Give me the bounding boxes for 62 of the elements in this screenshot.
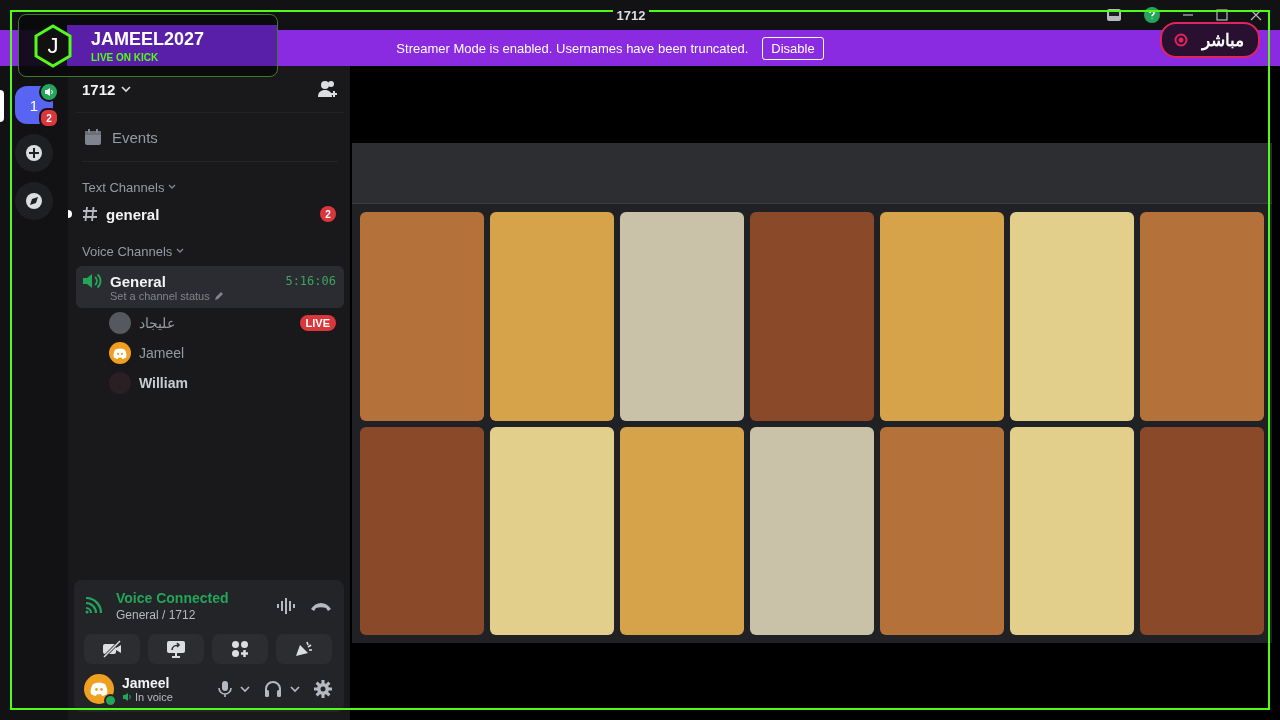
chevron-down-icon[interactable] xyxy=(290,685,300,693)
voice-channel-name: General xyxy=(110,272,166,290)
member-name[interactable]: Jameel xyxy=(139,345,185,361)
microphone-icon[interactable] xyxy=(218,680,232,698)
activities-button[interactable] xyxy=(212,634,268,664)
close-icon[interactable] xyxy=(1250,9,1262,21)
calendar-icon xyxy=(84,128,102,146)
camera-off-icon xyxy=(102,640,122,658)
username: Jameel xyxy=(122,675,171,691)
streamer-name: JAMEEL2027 xyxy=(91,28,206,50)
channel-status-prompt[interactable]: Set a channel status xyxy=(110,290,210,302)
live-badge: LIVE xyxy=(299,315,336,331)
chevron-down-icon[interactable] xyxy=(121,85,132,93)
category-header[interactable]: Text Channels xyxy=(76,176,183,198)
speaker-badge-icon xyxy=(39,82,59,102)
compass-icon xyxy=(25,192,43,210)
banner-message: Streamer Mode is enabled. Usernames have been truncated. xyxy=(396,40,749,56)
member-name[interactable]: William xyxy=(139,375,188,391)
live-platform-label: LIVE ON KICK xyxy=(91,51,160,63)
events-item[interactable]: Events xyxy=(76,117,344,157)
add-server-button[interactable] xyxy=(15,134,53,172)
logo-icon xyxy=(113,347,127,359)
speaker-icon xyxy=(122,692,132,702)
unread-count-badge: 2 xyxy=(320,206,336,222)
live-badge: مباشر xyxy=(1160,22,1260,58)
server-name[interactable]: 1712 xyxy=(82,80,116,98)
call-timer: 5:16:06 xyxy=(285,274,336,288)
text-channel[interactable]: general xyxy=(76,205,166,223)
voice-channel[interactable]: General 5:16:06 Set a channel status xyxy=(76,266,344,308)
online-status-dot xyxy=(104,694,117,707)
hang-up-icon[interactable] xyxy=(310,600,332,612)
user-status: In voice xyxy=(135,691,173,703)
party-popper-icon xyxy=(294,640,314,658)
pencil-icon[interactable] xyxy=(213,291,224,301)
voice-channel-path[interactable]: General / 1712 xyxy=(116,608,229,622)
shapes-icon xyxy=(231,640,249,658)
speaker-icon xyxy=(82,272,102,290)
screen-share-icon xyxy=(166,640,186,658)
voice-status[interactable]: Voice Connected xyxy=(116,590,229,606)
channel-logo: J xyxy=(33,23,73,68)
mention-badge: 2 xyxy=(39,108,59,128)
member-name[interactable]: عليجاد xyxy=(139,315,175,331)
sound-wave-icon[interactable] xyxy=(276,597,296,615)
headphones-icon[interactable] xyxy=(264,680,282,698)
chevron-down-icon[interactable] xyxy=(240,685,250,693)
soundboard-button[interactable] xyxy=(276,634,332,664)
user-avatar[interactable] xyxy=(109,342,131,364)
record-icon xyxy=(1174,33,1188,47)
help-icon[interactable] xyxy=(1144,7,1160,23)
signal-icon xyxy=(84,597,102,615)
user-avatar[interactable] xyxy=(84,674,114,704)
hash-icon xyxy=(82,206,98,222)
discover-button[interactable] xyxy=(15,182,53,220)
disable-button[interactable]: Disable xyxy=(762,36,824,60)
camera-off-button[interactable] xyxy=(84,634,140,664)
settings-icon[interactable] xyxy=(314,680,332,698)
plus-icon xyxy=(25,144,43,162)
maximize-icon[interactable] xyxy=(1216,9,1228,21)
category-header[interactable]: Voice Channels xyxy=(76,240,191,262)
logo-icon xyxy=(90,682,108,696)
share-screen-button[interactable] xyxy=(148,634,204,664)
invite-people-icon[interactable] xyxy=(318,80,338,98)
